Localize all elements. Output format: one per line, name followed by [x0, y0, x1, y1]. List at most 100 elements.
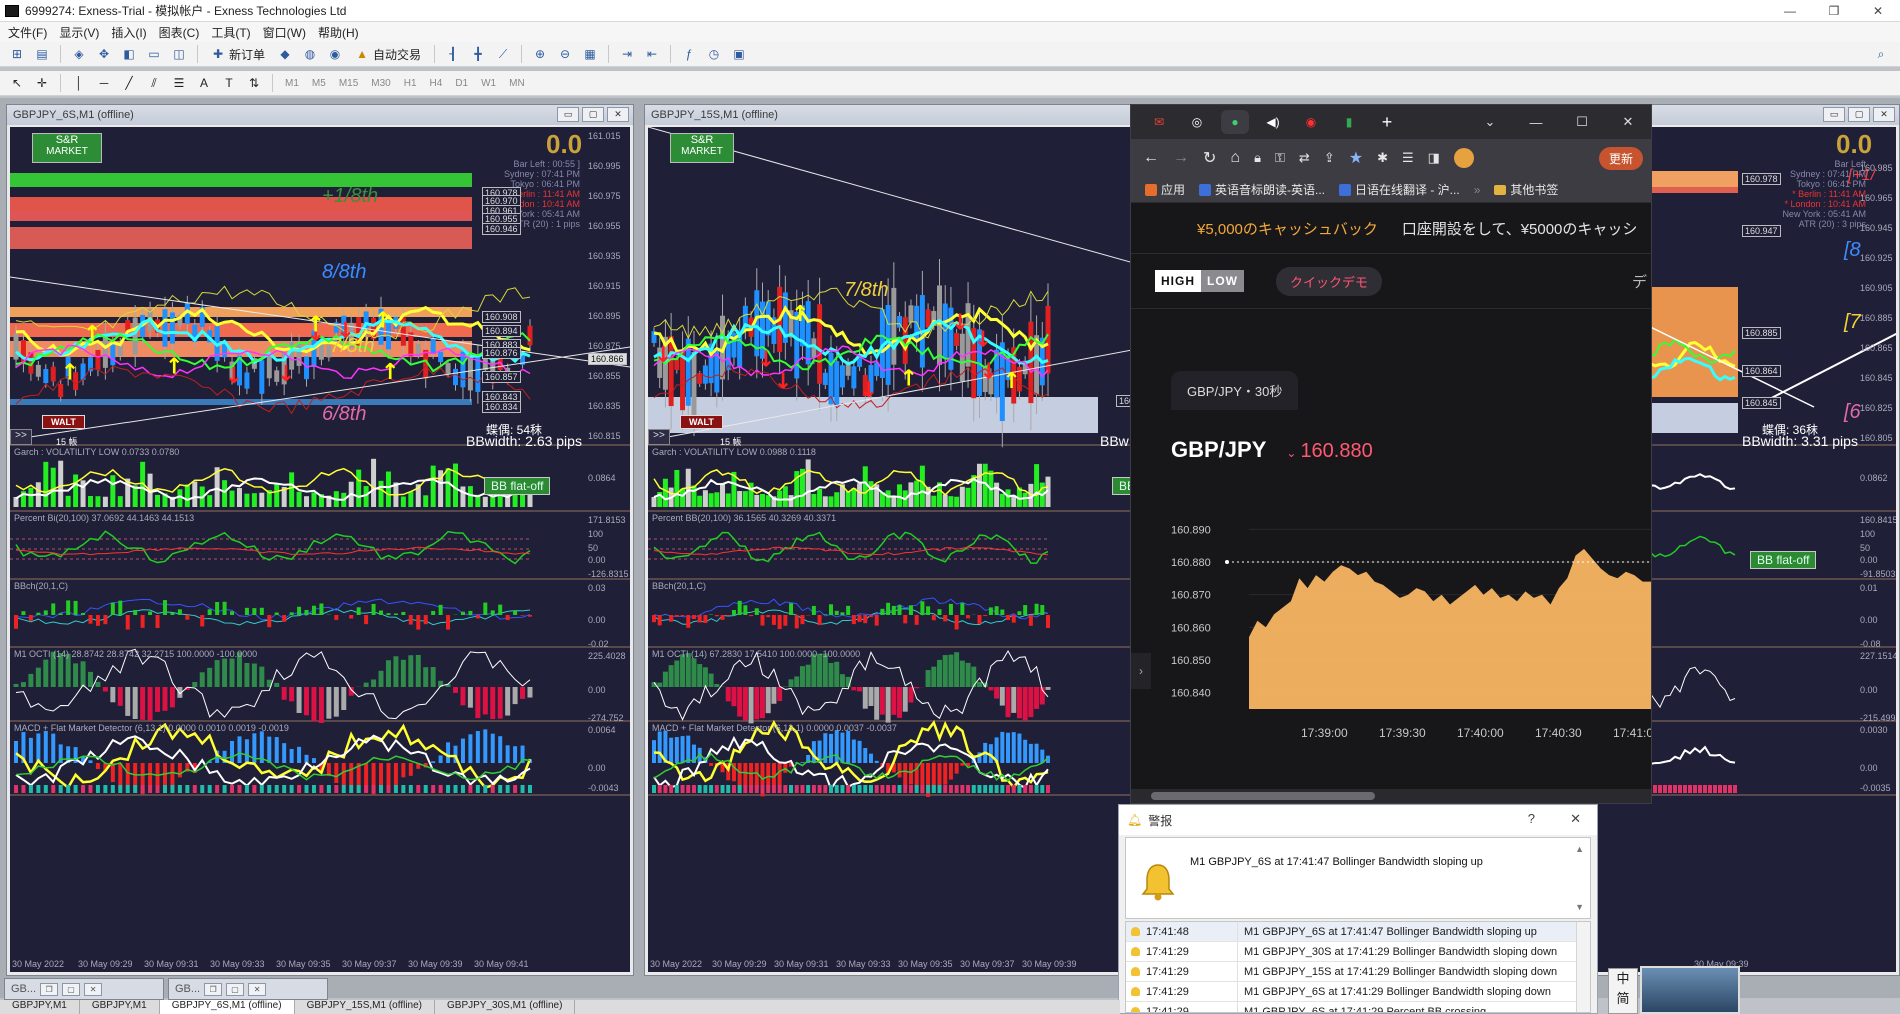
more-bookmarks-icon[interactable]: »	[1474, 183, 1481, 197]
tab-search-button[interactable]: ⌄	[1467, 105, 1513, 139]
indicators-icon[interactable]: ƒ	[678, 44, 700, 64]
highlow-logo[interactable]: HIGH LOW	[1155, 270, 1244, 292]
terminal-icon[interactable]: ▭	[143, 44, 165, 64]
alert-help-button[interactable]: ?	[1528, 811, 1535, 826]
scrollbar-thumb[interactable]	[1151, 792, 1375, 800]
lock-icon[interactable]: 🔒︎	[1254, 150, 1261, 166]
timeframe-mn[interactable]: MN	[504, 78, 530, 89]
ime-indicator[interactable]: 中 简	[1608, 968, 1638, 1014]
update-button[interactable]: 更新	[1598, 146, 1643, 170]
chart-window-6s[interactable]: GBPJPY_6S,M1 (offline) ▭ ▢ ✕ ↓ ↑ ↑ ↑ ↓ ↑ ↑ ↑ ↓ ↓ …	[6, 104, 634, 976]
other-bookmarks[interactable]: 其他书签	[1494, 181, 1558, 198]
extensions-icon[interactable]: ✱	[1377, 150, 1388, 166]
browser-maximize-button[interactable]: ☐	[1559, 105, 1605, 139]
metaeditor-icon[interactable]: ◆	[274, 44, 296, 64]
reload-icon[interactable]: ↻	[1203, 148, 1216, 168]
message-scroll-up-icon[interactable]: ▲	[1575, 844, 1584, 854]
tile-windows-icon[interactable]: ▦	[579, 44, 601, 64]
youtube-tab-icon[interactable]: ◉	[1297, 110, 1325, 134]
audio-tab-icon[interactable]: ◀)	[1259, 110, 1287, 134]
chart-window-15s[interactable]: GBPJPY_15S,M1 (offline) ↓ ↓ ↑ ↓ ↓ ↑ ↓ ↓ ↑ ↓ S&R M…	[644, 104, 1144, 976]
alert-list-scrollbar[interactable]	[1576, 922, 1590, 1012]
candlestick-icon[interactable]: ╋	[467, 44, 489, 64]
gmail-tab-icon[interactable]: ✉	[1145, 110, 1173, 134]
chart-tab[interactable]: GBPJPY,M1	[0, 1000, 80, 1014]
price-chart-6s[interactable]: ↓ ↑ ↑ ↑ ↓ ↑ ↑ ↑ ↓ ↓ S&R MARKET 0.0 Bar Left : 00:…	[10, 127, 630, 972]
bookmark-english-phonetics[interactable]: 英语音标朗读-英语...	[1199, 181, 1325, 198]
menu-window[interactable]: 窗口(W)	[263, 24, 318, 41]
market-watch-icon[interactable]: ◈	[68, 44, 90, 64]
restore-button[interactable]: ❐	[1812, 0, 1856, 22]
navigator-icon[interactable]: ◧	[118, 44, 140, 64]
chart-close-button[interactable]: ✕	[1873, 107, 1895, 122]
timeframe-m5[interactable]: M5	[307, 78, 331, 89]
auto-trade-button[interactable]: ▲ 自动交易	[349, 44, 427, 64]
scroll-arrow-button[interactable]: >>	[10, 429, 32, 445]
zoom-in-icon[interactable]: ⊕	[529, 44, 551, 64]
alert-history-list[interactable]: 17:41:48 M1 GBPJPY_6S at 17:41:47 Bolling…	[1125, 921, 1591, 1013]
data-window-icon[interactable]: ✥	[93, 44, 115, 64]
horizontal-scrollbar[interactable]	[1131, 789, 1651, 803]
templates-icon[interactable]: ▣	[728, 44, 750, 64]
timeframe-d1[interactable]: D1	[450, 78, 473, 89]
text-icon[interactable]: A	[193, 73, 215, 93]
alert-row[interactable]: 17:41:29 M1 GBPJPY_15S at 17:41:29 Bollin…	[1126, 961, 1590, 982]
bookmark-japanese-translate[interactable]: 日语在线翻译 - 沪...	[1339, 181, 1460, 198]
reading-list-icon[interactable]: ☰	[1402, 150, 1414, 166]
chart-tab[interactable]: GBPJPY_15S,M1 (offline)	[295, 1000, 435, 1014]
chart-tab[interactable]: GBPJPY_30S,M1 (offline)	[435, 1000, 576, 1014]
forward-icon[interactable]: →	[1173, 149, 1189, 167]
profile-avatar[interactable]	[1453, 148, 1474, 168]
minimized-chart[interactable]: GB... ❐ ▢ ✕	[4, 978, 164, 1000]
menu-help[interactable]: 帮助(H)	[318, 24, 371, 41]
maximize-icon[interactable]: ▢	[226, 982, 245, 996]
chrome-tab-icon[interactable]: ◎	[1183, 110, 1211, 134]
key-icon[interactable]: ⚿	[1275, 150, 1285, 166]
chart-shift-icon[interactable]: ⇤	[641, 44, 663, 64]
quick-demo-button[interactable]: クイックデモ	[1276, 266, 1383, 296]
scroll-arrow-button[interactable]: >>	[648, 429, 670, 445]
chart-close-button[interactable]: ✕	[607, 107, 629, 122]
signals-icon[interactable]: ◍	[299, 44, 321, 64]
chart-maximize-button[interactable]: ▢	[1848, 107, 1870, 122]
timeframe-m30[interactable]: M30	[366, 78, 395, 89]
chart-tab-active[interactable]: GBPJPY_6S,M1 (offline)	[159, 1000, 295, 1014]
menu-tools[interactable]: 工具(T)	[211, 24, 262, 41]
restore-icon[interactable]: ❐	[40, 982, 59, 996]
timeframe-m15[interactable]: M15	[334, 78, 363, 89]
chart-minimize-button[interactable]: ▭	[1823, 107, 1845, 122]
menu-view[interactable]: 显示(V)	[59, 24, 111, 41]
bar-chart-icon[interactable]: ┨	[442, 44, 464, 64]
timeframe-m1[interactable]: M1	[280, 78, 304, 89]
alert-row[interactable]: 17:41:29 M1 GBPJPY_6S at 17:41:29 Percent…	[1126, 1001, 1590, 1012]
alert-row[interactable]: 17:41:29 M1 GBPJPY_30S at 17:41:29 Bollin…	[1126, 941, 1590, 962]
new-order-button[interactable]: ✚ 新订单	[205, 44, 271, 64]
channel-icon[interactable]: ⫽	[143, 73, 165, 93]
trendline-icon[interactable]: ╱	[118, 73, 140, 93]
cut-menu-text[interactable]: デ	[1632, 271, 1647, 292]
home-icon[interactable]: ⌂	[1230, 149, 1240, 167]
message-scroll-down-icon[interactable]: ▼	[1575, 902, 1584, 912]
timeframe-h1[interactable]: H1	[399, 78, 422, 89]
sr-button[interactable]: S&R MARKET	[670, 133, 734, 163]
promo-banner[interactable]: ¥5,000のキャッシュバック 口座開設をして、¥5000のキャッシ	[1131, 203, 1651, 253]
tester-icon[interactable]: ◫	[168, 44, 190, 64]
share-icon[interactable]: ⇪	[1324, 150, 1335, 166]
desktop-thumbnail[interactable]	[1640, 966, 1740, 1014]
new-chart-icon[interactable]: ⊞	[6, 44, 28, 64]
horizontal-line-icon[interactable]: ─	[93, 73, 115, 93]
translate-icon[interactable]: ⇄	[1299, 150, 1310, 166]
arrows-icon[interactable]: ⇅	[243, 73, 265, 93]
minimize-button[interactable]: —	[1768, 0, 1812, 22]
pair-tab[interactable]: GBP/JPY・30秒	[1171, 371, 1299, 410]
menu-charts[interactable]: 图表(C)	[159, 24, 212, 41]
line-chart-icon[interactable]: ⟋	[492, 44, 514, 64]
close-icon[interactable]: ✕	[84, 982, 103, 996]
timeframe-h4[interactable]: H4	[425, 78, 448, 89]
chart-tab[interactable]: GBPJPY,M1	[80, 1000, 160, 1014]
text-label-icon[interactable]: T	[218, 73, 240, 93]
cursor-icon[interactable]: ↖	[6, 73, 28, 93]
close-button[interactable]: ✕	[1856, 0, 1900, 22]
search-icon[interactable]: ⌕	[1870, 44, 1892, 64]
alert-dialog[interactable]: 🔔︎ 警报 ? ✕ M1 GBPJPY_6S at 17:41:47 Bolli…	[1118, 804, 1598, 1014]
